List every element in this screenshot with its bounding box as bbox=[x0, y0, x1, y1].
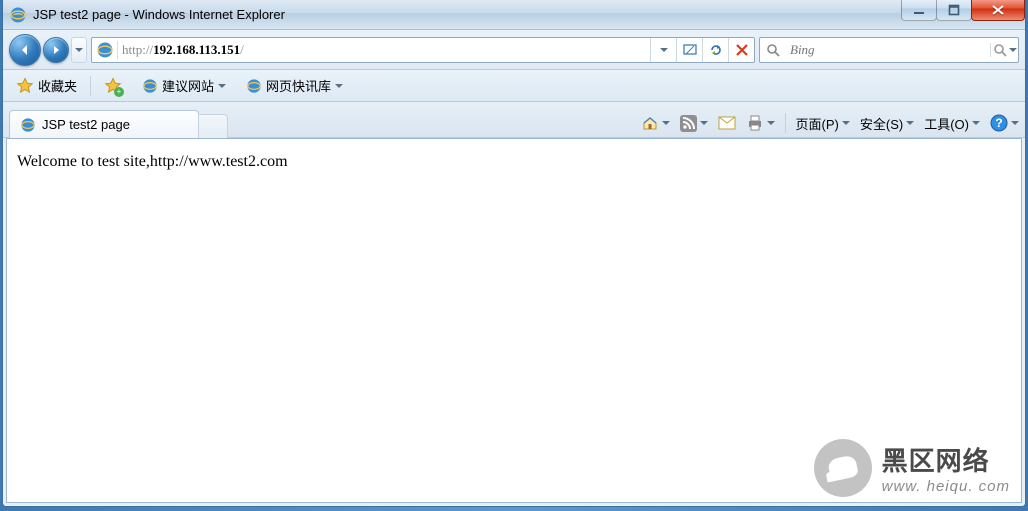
star-icon bbox=[16, 77, 34, 95]
new-tab-button[interactable] bbox=[198, 114, 228, 138]
titlebar: JSP test2 page - Windows Internet Explor… bbox=[3, 0, 1025, 30]
address-dropdown[interactable] bbox=[650, 38, 676, 62]
page-body-text: Welcome to test site,http://www.test2.co… bbox=[17, 153, 288, 170]
add-to-favorites-bar[interactable]: + bbox=[97, 73, 129, 99]
page-icon bbox=[92, 41, 118, 59]
chevron-down-icon bbox=[218, 84, 226, 88]
favorites-button[interactable]: 收藏夹 bbox=[9, 72, 84, 99]
ie-window: JSP test2 page - Windows Internet Explor… bbox=[2, 0, 1026, 507]
watermark-logo-icon bbox=[814, 439, 872, 497]
address-bar[interactable]: http://192.168.113.151/ bbox=[91, 37, 755, 63]
help-button[interactable]: ? bbox=[990, 114, 1019, 132]
window-title: JSP test2 page - Windows Internet Explor… bbox=[33, 7, 285, 22]
separator bbox=[785, 113, 786, 133]
printer-icon bbox=[746, 114, 764, 132]
page-menu-label: 页面(P) bbox=[796, 114, 839, 133]
star-add-icon: + bbox=[104, 77, 122, 95]
tab-title: JSP test2 page bbox=[42, 117, 130, 132]
minimize-button[interactable] bbox=[901, 0, 937, 21]
ie-logo-icon bbox=[20, 117, 36, 133]
mail-icon bbox=[718, 116, 736, 130]
ie-logo-icon bbox=[9, 6, 27, 24]
feeds-button[interactable] bbox=[680, 115, 708, 132]
search-input[interactable] bbox=[786, 42, 990, 58]
read-mail-button[interactable] bbox=[718, 116, 736, 130]
command-bar: 页面(P) 安全(S) 工具(O) ? bbox=[641, 113, 1019, 137]
safety-menu-label: 安全(S) bbox=[860, 114, 903, 133]
home-button[interactable] bbox=[641, 114, 670, 132]
chevron-down-icon bbox=[1011, 121, 1019, 125]
page-menu[interactable]: 页面(P) bbox=[796, 114, 850, 133]
close-button[interactable] bbox=[971, 0, 1025, 21]
suggested-sites[interactable]: 建议网站 bbox=[135, 72, 233, 99]
watermark: 黑区网络 www. heiqu. com bbox=[814, 439, 1010, 497]
back-button[interactable] bbox=[9, 34, 41, 66]
watermark-line1: 黑区网络 bbox=[882, 441, 1010, 478]
compatibility-view-icon[interactable] bbox=[676, 38, 702, 62]
home-icon bbox=[641, 114, 659, 132]
favorites-label: 收藏夹 bbox=[38, 76, 77, 95]
tools-menu[interactable]: 工具(O) bbox=[924, 114, 980, 133]
url-protocol: http:// bbox=[122, 42, 153, 57]
search-go-button[interactable] bbox=[990, 43, 1018, 57]
chevron-down-icon bbox=[335, 84, 343, 88]
favorites-bar: 收藏夹 + 建议网站 网页快讯库 bbox=[3, 70, 1025, 102]
ie-logo-icon bbox=[142, 78, 158, 94]
webslice-icon bbox=[246, 78, 262, 94]
rss-icon bbox=[680, 115, 697, 132]
maximize-button[interactable] bbox=[936, 0, 972, 21]
chevron-down-icon bbox=[906, 121, 914, 125]
chevron-down-icon bbox=[767, 121, 775, 125]
suggested-sites-label: 建议网站 bbox=[162, 76, 214, 95]
watermark-line2: www. heiqu. com bbox=[882, 478, 1010, 495]
search-provider-icon[interactable] bbox=[760, 43, 786, 57]
web-slice-gallery[interactable]: 网页快讯库 bbox=[239, 72, 350, 99]
chevron-down-icon bbox=[662, 121, 670, 125]
tab-active[interactable]: JSP test2 page bbox=[9, 110, 199, 138]
separator bbox=[90, 76, 91, 96]
help-icon: ? bbox=[990, 114, 1008, 132]
safety-menu[interactable]: 安全(S) bbox=[860, 114, 914, 133]
web-slice-label: 网页快讯库 bbox=[266, 76, 331, 95]
refresh-button[interactable] bbox=[702, 38, 728, 62]
chevron-down-icon bbox=[972, 121, 980, 125]
print-button[interactable] bbox=[746, 114, 775, 132]
url-host: 192.168.113.151 bbox=[153, 42, 240, 57]
svg-text:?: ? bbox=[995, 116, 1002, 130]
url-path: / bbox=[240, 42, 244, 57]
tools-menu-label: 工具(O) bbox=[924, 114, 969, 133]
stop-button[interactable] bbox=[728, 38, 754, 62]
navigation-bar: http://192.168.113.151/ bbox=[3, 30, 1025, 70]
chevron-down-icon bbox=[842, 121, 850, 125]
forward-button[interactable] bbox=[43, 37, 69, 63]
url-input[interactable]: http://192.168.113.151/ bbox=[118, 42, 650, 58]
tab-bar: JSP test2 page bbox=[3, 102, 1025, 138]
chevron-down-icon bbox=[700, 121, 708, 125]
recent-pages-dropdown[interactable] bbox=[71, 37, 87, 63]
search-bar[interactable] bbox=[759, 37, 1019, 63]
